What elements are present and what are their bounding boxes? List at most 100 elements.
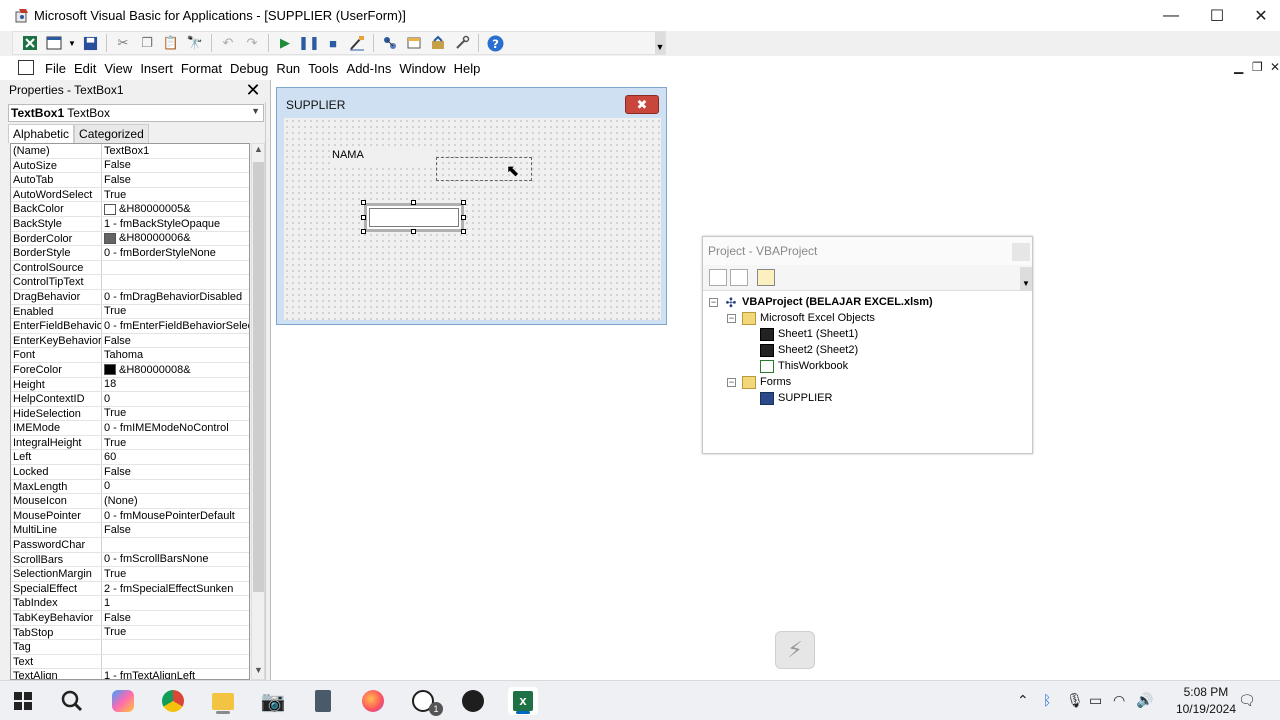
paste-button[interactable]: 📋 (160, 33, 182, 53)
taskbar-firefox[interactable] (358, 687, 388, 715)
userform-canvas[interactable]: NAMA ⬉ (284, 118, 661, 320)
property-value[interactable]: True (102, 626, 249, 640)
property-row[interactable]: IMEMode 0 - fmIMEModeNoControl (11, 421, 249, 436)
resize-handle[interactable] (361, 229, 366, 234)
property-value[interactable]: TextBox1 (102, 144, 249, 158)
notification-center-icon[interactable]: 🗨 (1238, 692, 1256, 709)
menu-add-ins[interactable]: Add-Ins (343, 61, 396, 76)
insert-dropdown-icon[interactable]: ▼ (67, 33, 77, 53)
collapse-icon[interactable]: − (727, 313, 736, 323)
property-value[interactable]: False (102, 465, 249, 479)
resize-handle[interactable] (361, 215, 366, 220)
property-value[interactable] (102, 640, 249, 654)
resize-handle[interactable] (461, 215, 466, 220)
property-row[interactable]: TabIndex 1 (11, 596, 249, 611)
tab-categorized[interactable]: Categorized (74, 124, 149, 144)
property-row[interactable]: EnterKeyBehavior False (11, 333, 249, 349)
property-value[interactable] (102, 261, 249, 275)
undo-button[interactable]: ↶ (217, 33, 239, 53)
property-value[interactable]: 0 - fmDragBehaviorDisabled (102, 290, 249, 304)
view-excel-button[interactable] (19, 33, 41, 53)
menu-format[interactable]: Format (177, 61, 226, 76)
property-row[interactable]: MaxLength 0 (11, 479, 249, 495)
copy-button[interactable]: ❐ (136, 33, 158, 53)
properties-close-button[interactable]: ✕ (243, 80, 263, 100)
menu-insert[interactable]: Insert (136, 61, 177, 76)
property-value[interactable]: 1 (102, 596, 249, 610)
menu-tools[interactable]: Tools (304, 61, 342, 76)
property-value[interactable] (102, 538, 249, 552)
scroll-down-icon[interactable]: ▼ (252, 665, 265, 679)
property-value[interactable]: 0 - fmScrollBarsNone (102, 553, 249, 567)
tree-node[interactable]: SUPPLIER (709, 390, 933, 406)
run-button[interactable]: ▶ (274, 33, 296, 53)
properties-window-button[interactable] (403, 33, 425, 53)
property-row[interactable]: Font Tahoma (11, 348, 249, 363)
property-row[interactable]: AutoWordSelect True (11, 187, 249, 203)
maximize-button[interactable]: ☐ (1194, 0, 1240, 31)
property-row[interactable]: Height 18 (11, 377, 249, 393)
property-value[interactable]: 0 (102, 392, 249, 406)
userform-close-button[interactable]: ✖ (625, 95, 659, 114)
property-value[interactable]: 0 (102, 480, 249, 494)
mdi-close-button[interactable]: ✕ (1270, 60, 1280, 74)
tree-node[interactable]: − Microsoft Excel Objects (709, 310, 933, 326)
taskbar-calculator[interactable] (308, 687, 338, 715)
view-object-button[interactable] (730, 269, 748, 286)
scroll-up-icon[interactable]: ▲ (252, 144, 265, 158)
property-row[interactable]: BorderStyle 0 - fmBorderStyleNone (11, 246, 249, 261)
toolbar-overflow-icon[interactable]: ▼ (655, 32, 665, 54)
tree-node[interactable]: ThisWorkbook (709, 358, 933, 374)
object-selector[interactable]: TextBox1 TextBox ▼ (8, 104, 264, 122)
property-row[interactable]: SelectionMargin True (11, 567, 249, 582)
system-clock[interactable]: 5:08 PM 10/19/2024 (1176, 684, 1236, 718)
document-control-icon[interactable] (18, 60, 34, 75)
taskbar-chrome[interactable] (158, 687, 188, 715)
view-code-button[interactable] (709, 269, 727, 286)
object-browser-button[interactable] (427, 33, 449, 53)
property-row[interactable]: MousePointer 0 - fmMousePointerDefault (11, 508, 249, 524)
project-explorer-button[interactable] (379, 33, 401, 53)
toggle-folders-button[interactable] (757, 269, 775, 286)
property-value[interactable]: 60 (102, 450, 249, 464)
toolbox-button[interactable] (451, 33, 473, 53)
property-row[interactable]: HideSelection True (11, 406, 249, 422)
property-value[interactable]: &H80000005& (102, 202, 249, 216)
property-value[interactable]: 0 - fmBorderStyleNone (102, 246, 249, 260)
property-value[interactable]: False (102, 523, 249, 537)
design-mode-button[interactable] (346, 33, 368, 53)
redo-button[interactable]: ↷ (241, 33, 263, 53)
scrollbar-thumb[interactable] (253, 162, 264, 592)
userform-designer-window[interactable]: SUPPLIER ✖ NAMA ⬉ (276, 87, 667, 325)
taskbar-file-explorer[interactable] (208, 687, 238, 715)
property-row[interactable]: (Name) TextBox1 (11, 144, 249, 159)
cut-button[interactable]: ✂ (112, 33, 134, 53)
tab-alphabetic[interactable]: Alphabetic (8, 124, 75, 144)
property-row[interactable]: Tag (11, 640, 249, 655)
microphone-icon[interactable]: 🎙 (1066, 692, 1084, 709)
property-row[interactable]: AutoSize False (11, 158, 249, 174)
resize-handle[interactable] (411, 229, 416, 234)
property-row[interactable]: BackColor &H80000005& (11, 202, 249, 217)
property-value[interactable]: True (102, 305, 249, 319)
resize-handle[interactable] (411, 200, 416, 205)
minimize-button[interactable]: — (1148, 0, 1194, 31)
insert-userform-button[interactable] (43, 33, 65, 53)
property-value[interactable]: True (102, 188, 249, 202)
property-row[interactable]: MouseIcon (None) (11, 494, 249, 509)
property-row[interactable]: MultiLine False (11, 523, 249, 539)
property-row[interactable]: SpecialEffect 2 - fmSpecialEffectSunken (11, 581, 249, 597)
menu-window[interactable]: Window (395, 61, 449, 76)
label-nama[interactable]: NAMA (330, 146, 436, 166)
collapse-icon[interactable]: − (727, 377, 736, 387)
property-value[interactable]: False (102, 611, 249, 625)
property-row[interactable]: ControlSource (11, 260, 249, 276)
property-row[interactable]: TabKeyBehavior False (11, 611, 249, 626)
project-toolbar-overflow-icon[interactable]: ▼ (1020, 267, 1032, 291)
menu-run[interactable]: Run (272, 61, 304, 76)
menu-help[interactable]: Help (450, 61, 485, 76)
textbox1-control[interactable] (364, 203, 464, 232)
find-button[interactable]: 🔭 (184, 33, 206, 53)
property-row[interactable]: Left 60 (11, 450, 249, 466)
property-value[interactable] (102, 655, 249, 669)
